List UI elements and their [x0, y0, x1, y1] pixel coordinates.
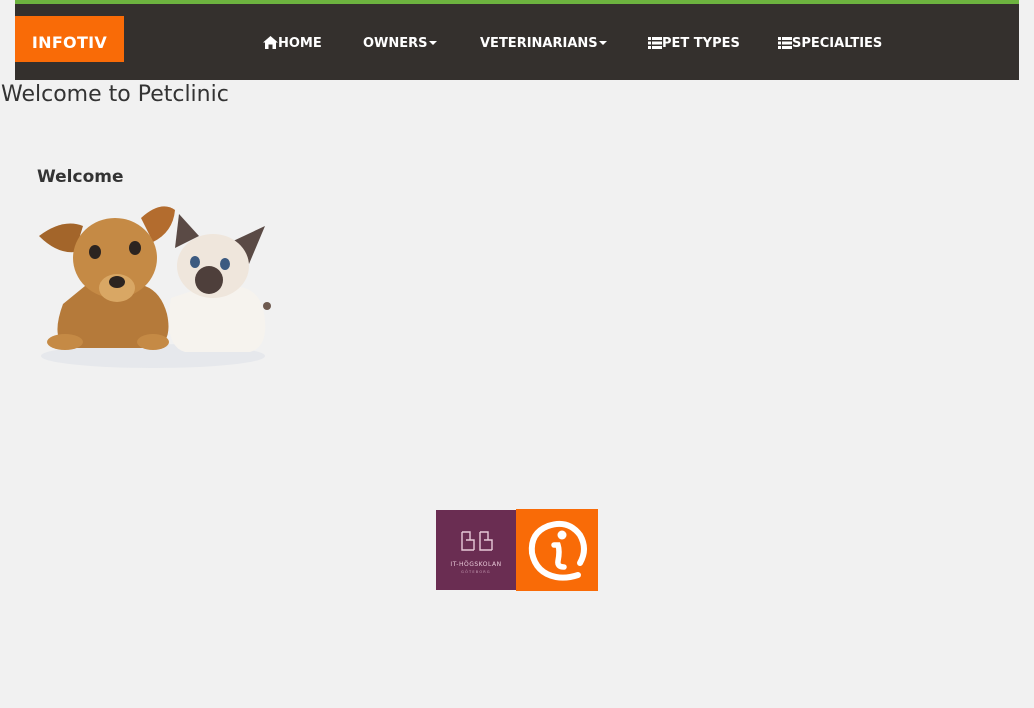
page-title: Welcome to Petclinic [1, 82, 229, 107]
its-logo-city: GÖTEBORG [461, 569, 491, 574]
nav-specialties[interactable]: SPECIALTIES [778, 34, 882, 54]
nav-pet-types-label: PET TYPES [662, 36, 740, 51]
nav-home[interactable]: HOME [263, 34, 322, 54]
nav-home-label: HOME [278, 36, 322, 51]
welcome-heading: Welcome [37, 167, 124, 187]
top-navbar: INFOTIV HOME OWNERS VETERINARIANS PET TY… [15, 0, 1019, 80]
nav-owners-label: OWNERS [363, 36, 428, 51]
caret-down-icon [598, 41, 607, 45]
caret-down-icon [428, 41, 437, 45]
infotiv-i-logo [516, 509, 598, 591]
list-icon [778, 37, 792, 49]
nav-specialties-label: SPECIALTIES [792, 36, 883, 51]
nav-owners-dropdown[interactable]: OWNERS [363, 34, 437, 54]
nav-veterinarians-dropdown[interactable]: VETERINARIANS [480, 34, 607, 54]
cat-illustration [168, 214, 271, 352]
list-icon [648, 37, 662, 49]
it-hogskolan-logo: IT-HÖGSKOLAN GÖTEBORG [436, 510, 516, 590]
pets-image [39, 206, 271, 368]
home-icon [263, 36, 278, 49]
dog-illustration [39, 206, 175, 350]
its-logo-name: IT-HÖGSKOLAN [450, 561, 501, 568]
infotiv-brand-logo[interactable]: INFOTIV [15, 16, 124, 62]
brand-label: INFOTIV [31, 33, 108, 52]
nav-veterinarians-label: VETERINARIANS [480, 36, 598, 51]
nav-pet-types[interactable]: PET TYPES [648, 34, 740, 54]
